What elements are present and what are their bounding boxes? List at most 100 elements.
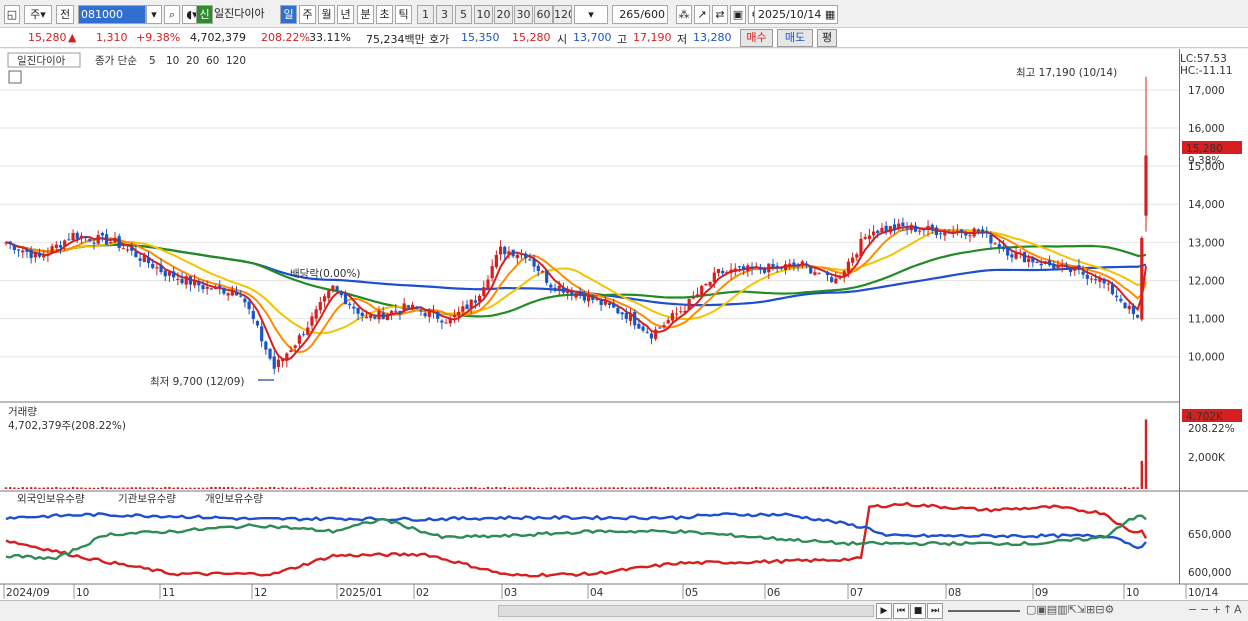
volume-bar: [331, 487, 335, 489]
stock-code-input[interactable]: 081000: [78, 5, 146, 24]
candle-body: [737, 266, 742, 268]
period-month-button[interactable]: 월: [318, 5, 335, 24]
candle-body: [142, 255, 146, 263]
save-icon[interactable]: ▣: [730, 5, 746, 24]
market-select[interactable]: 주▾: [24, 5, 52, 24]
interval-3-button[interactable]: 3: [436, 5, 453, 24]
count-input[interactable]: 265/600: [612, 5, 668, 24]
prev-button[interactable]: 전: [56, 5, 74, 24]
period-week-button[interactable]: 주: [299, 5, 316, 24]
candle-body: [369, 315, 373, 318]
period-year-button[interactable]: 년: [337, 5, 354, 24]
interval-30-button[interactable]: 30: [514, 5, 533, 24]
candle-body: [184, 276, 188, 285]
candle-body: [800, 261, 804, 266]
candle-body: [448, 318, 452, 324]
search-icon[interactable]: ⌕: [164, 5, 180, 24]
chart-tools-icon[interactable]: ⁂: [676, 5, 692, 24]
candle-body: [830, 277, 834, 282]
candle-body: [691, 296, 695, 299]
volume-bar: [679, 487, 682, 489]
candle-body: [1010, 254, 1014, 258]
candle-body: [310, 316, 314, 326]
interval-1-button[interactable]: 1: [417, 5, 434, 24]
stop-icon[interactable]: ■: [910, 603, 926, 619]
candle-body: [670, 313, 674, 321]
interval-20-button[interactable]: 20: [494, 5, 513, 24]
volume-bar: [1073, 487, 1076, 489]
candle-body: [402, 303, 406, 312]
volume-bar: [692, 487, 695, 489]
interval-select[interactable]: ▾: [574, 5, 608, 24]
compare-icon[interactable]: ⇄: [712, 5, 728, 24]
period-day-button[interactable]: 일: [280, 5, 297, 24]
candle-body: [779, 267, 783, 269]
volume-bar: [1044, 487, 1047, 489]
candle-body: [37, 252, 42, 257]
zoom-out-icon[interactable]: −: [1188, 603, 1197, 616]
candle-body: [708, 281, 712, 286]
zoom-in-icon[interactable]: +: [1212, 603, 1221, 616]
period-second-button[interactable]: 초: [376, 5, 393, 24]
window-icon[interactable]: ◱: [4, 5, 20, 24]
candle-body: [180, 279, 184, 284]
interval-120-button[interactable]: 120: [553, 5, 572, 24]
x-label: 04: [590, 587, 604, 599]
scroll-right-icon[interactable]: ▶: [876, 603, 892, 619]
candle-body: [729, 269, 733, 274]
layout-icons[interactable]: ▢▣▤▥⇱⇲⊞⊟⚙: [1026, 603, 1114, 616]
auto-icon[interactable]: A: [1234, 603, 1242, 616]
stock-chart[interactable]: 10,00011,00012,00013,00014,00015,00016,0…: [0, 49, 1248, 600]
open-label: 시: [557, 33, 568, 46]
buy-button[interactable]: 매수: [740, 29, 773, 47]
rewind-icon[interactable]: ⏮: [893, 603, 909, 619]
code-dropdown-icon[interactable]: ▾: [146, 5, 162, 24]
volume-bar: [683, 487, 687, 489]
volume-bar: [176, 487, 180, 489]
volume-bar: [1111, 487, 1114, 489]
candle-body: [377, 310, 381, 320]
hoga-label: 호가: [429, 33, 450, 46]
forward-icon[interactable]: ⏭: [927, 603, 943, 619]
volume-bar: [729, 487, 733, 489]
volume-bar: [532, 487, 536, 489]
volume-bar: [591, 487, 594, 489]
y-tick-10000: 10,000: [1188, 352, 1225, 364]
candle-body: [612, 303, 616, 308]
evaluate-button[interactable]: 평: [817, 29, 837, 47]
minus-icon[interactable]: −: [1200, 603, 1209, 616]
calendar-icon[interactable]: ▦: [825, 8, 835, 21]
interval-60-button[interactable]: 60: [534, 5, 553, 24]
volume-bar: [641, 487, 645, 489]
candle-body: [42, 255, 46, 258]
volume-bar: [528, 487, 532, 489]
candle-body: [549, 284, 553, 288]
volume-bar: [562, 487, 565, 489]
up-arrow-icon: ▲: [68, 31, 77, 44]
candle-body: [498, 246, 503, 255]
candle-body: [255, 320, 260, 326]
volume-bar: [1065, 487, 1068, 489]
y-tick-17000: 17,000: [1188, 85, 1225, 97]
volume-bar: [440, 487, 444, 489]
volume-bar: [788, 487, 791, 489]
candle-body: [515, 254, 519, 259]
period-new-button[interactable]: 신: [196, 5, 213, 24]
candle-body: [209, 288, 213, 290]
scroll-track[interactable]: [498, 605, 874, 617]
reset-icon[interactable]: ↑: [1223, 603, 1232, 616]
candle-body: [846, 261, 851, 273]
period-minute-button[interactable]: 분: [357, 5, 374, 24]
draw-icon[interactable]: ↗: [694, 5, 710, 24]
candle-body: [880, 227, 884, 233]
zoom-slider[interactable]: [948, 610, 1020, 612]
interval-5-button[interactable]: 5: [455, 5, 472, 24]
indicator-list-icon[interactable]: [8, 70, 22, 84]
interval-10-button[interactable]: 10: [474, 5, 493, 24]
sell-button[interactable]: 매도: [777, 29, 813, 47]
date-input[interactable]: 2025/10/14 ▦: [754, 5, 838, 24]
period-tick-button[interactable]: 틱: [395, 5, 412, 24]
candle-body: [633, 312, 637, 326]
candle-body: [834, 278, 838, 284]
trade-amount: 75,234백만: [366, 33, 425, 46]
